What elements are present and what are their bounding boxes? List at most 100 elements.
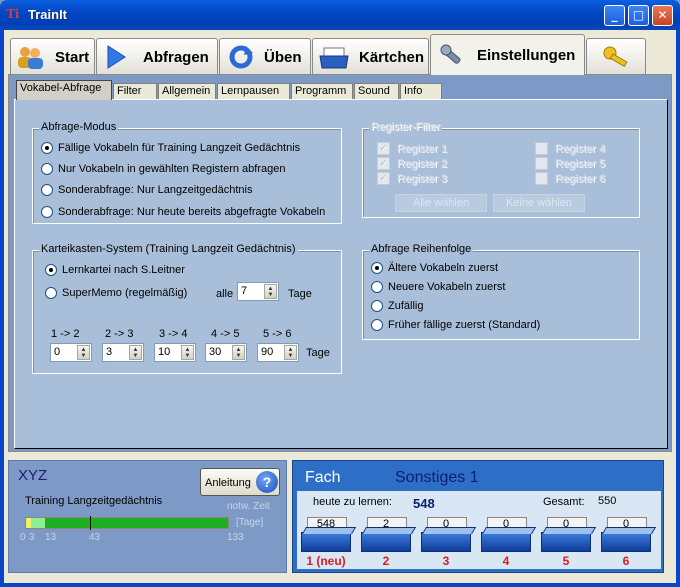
select-all-button[interactable]: Alle wählen [395,194,487,212]
tab-start[interactable]: Start [10,38,95,74]
spinner-arrows-icon[interactable]: ▲ ▼ [129,345,142,360]
subtab-sound[interactable]: Sound [354,83,399,100]
select-none-button[interactable]: Keine wählen [493,194,585,212]
step-spinner-3-4[interactable]: 10 ▲ ▼ [154,343,196,362]
fach-box-6[interactable]: 0 [601,517,651,553]
radio-dot[interactable] [41,206,53,218]
spinner-arrows-icon[interactable]: ▲ ▼ [232,345,245,360]
tab-kaertchen[interactable]: Kärtchen [312,38,429,74]
step-label-2-3: 2 -> 3 [105,328,134,340]
abfrage-modus-title: Abfrage-Modus [39,121,119,133]
radio-label: Früher fällige zuerst (Standard) [388,319,541,331]
window-title: TrainIt [28,7,68,22]
tick-3: 3 [29,532,35,543]
reihenfolge-title: Abfrage Reihenfolge [369,243,474,255]
subtab-vokabel-abfrage[interactable]: Vokabel-Abfrage [16,80,112,100]
tab-key[interactable] [586,38,646,74]
users-icon [18,47,43,69]
tab-abfragen[interactable]: Abfragen [96,38,218,74]
help-button[interactable]: Anleitung ? [200,468,280,496]
register-filter-title: Register-Filter [369,121,443,133]
tab-ueben[interactable]: Üben [219,38,311,74]
step-spinner-5-6[interactable]: 90 ▲ ▼ [257,343,299,362]
minimize-button[interactable]: _ [604,5,625,26]
spinner-arrows-icon[interactable]: ▲ ▼ [284,345,297,360]
radio-label: Zufällig [388,300,424,312]
refresh-icon [229,45,253,69]
checkmark-icon[interactable]: ✓ [377,172,390,185]
close-button[interactable]: ✕ [652,5,673,26]
checkbox-label: Register 4 [555,143,606,155]
gesamt-label: Gesamt: [543,496,585,508]
tab-abfragen-label: Abfragen [143,49,209,66]
step-label-4-5: 4 -> 5 [211,328,240,340]
spinner-arrows-icon[interactable]: ▲ ▼ [77,345,90,360]
checkmark-icon[interactable]: ✓ [377,157,390,170]
subtab-lernpausen[interactable]: Lernpausen [217,83,290,100]
checkbox-box[interactable] [535,172,548,185]
maximize-button[interactable]: □ [628,5,649,26]
fach-box-4[interactable]: 0 [481,517,531,553]
box-label-6: 6 [622,554,630,568]
radio-dot[interactable] [45,264,57,276]
spinner-value: 0 [54,346,61,358]
step-label-5-6: 5 -> 6 [263,328,292,340]
box-icon [361,532,411,552]
radio-dot[interactable] [45,287,57,299]
tick-13: 13 [45,532,57,543]
spinner-value: 30 [209,346,222,358]
subtab-filter[interactable]: Filter [113,83,157,100]
radio-dot[interactable] [371,281,383,293]
subtab-info[interactable]: Info [400,83,442,100]
box-icon [421,532,471,552]
tage-label: Tage [288,288,312,300]
fach-box-3[interactable]: 0 [421,517,471,553]
alle-label: alle [216,288,234,300]
radio-dot[interactable] [371,262,383,274]
heute-label: heute zu lernen: [313,496,392,508]
fach-box-5[interactable]: 0 [541,517,591,553]
fach-box-2[interactable]: 2 [361,517,411,553]
radio-dot[interactable] [41,184,53,196]
tick-133: 133 [227,532,244,543]
checkbox-label: Register 5 [555,158,606,170]
progress-segment-1 [31,518,45,528]
step-spinner-1-2[interactable]: 0 ▲ ▼ [50,343,92,362]
step-spinner-2-3[interactable]: 3 ▲ ▼ [102,343,144,362]
radio-label: Lernkartei nach S.Leitner [62,264,185,276]
spinner-value: 10 [158,346,171,358]
checkbox-box[interactable] [535,142,548,155]
progress-fill [45,518,228,528]
subtab-allgemein[interactable]: Allgemein [158,83,216,100]
checkbox-label: Register 1 [397,143,448,155]
tab-einstellungen[interactable]: Einstellungen [430,34,585,75]
progress-tick [90,516,91,530]
box-label-5: 5 [562,554,570,568]
spinner-value: 3 [106,346,113,358]
help-icon: ? [256,471,278,493]
radio-dot[interactable] [41,142,53,154]
fach-box-1[interactable]: 548 [301,517,351,553]
box-label-1: 1 (neu) [306,554,346,568]
box-icon [541,532,591,552]
checkbox-label: Register 3 [397,173,448,185]
subtab-programm[interactable]: Programm [291,83,353,100]
checkmark-icon[interactable]: ✓ [377,142,390,155]
checkbox-label: Register 6 [555,173,606,185]
box-label-2: 2 [382,554,390,568]
user-subtitle: Training Langzeitgedächtnis [25,495,163,507]
radio-dot[interactable] [371,319,383,331]
card-box-icon [319,47,349,69]
spinner-arrows-icon[interactable]: ▲ ▼ [181,345,194,360]
tab-start-label: Start [55,49,90,66]
supermemo-interval-spinner[interactable]: 7 ▲ ▼ [237,282,279,301]
step-spinner-4-5[interactable]: 30 ▲ ▼ [205,343,247,362]
title-bar[interactable]: Ti TrainIt _ □ ✕ [0,0,680,30]
radio-dot[interactable] [371,300,383,312]
spinner-arrows-icon[interactable]: ▲ ▼ [264,284,277,299]
progress-bar [25,516,229,530]
tick-43: 43 [89,532,101,543]
checkbox-box[interactable] [535,157,548,170]
spinner-value: 7 [241,285,248,297]
radio-dot[interactable] [41,163,53,175]
